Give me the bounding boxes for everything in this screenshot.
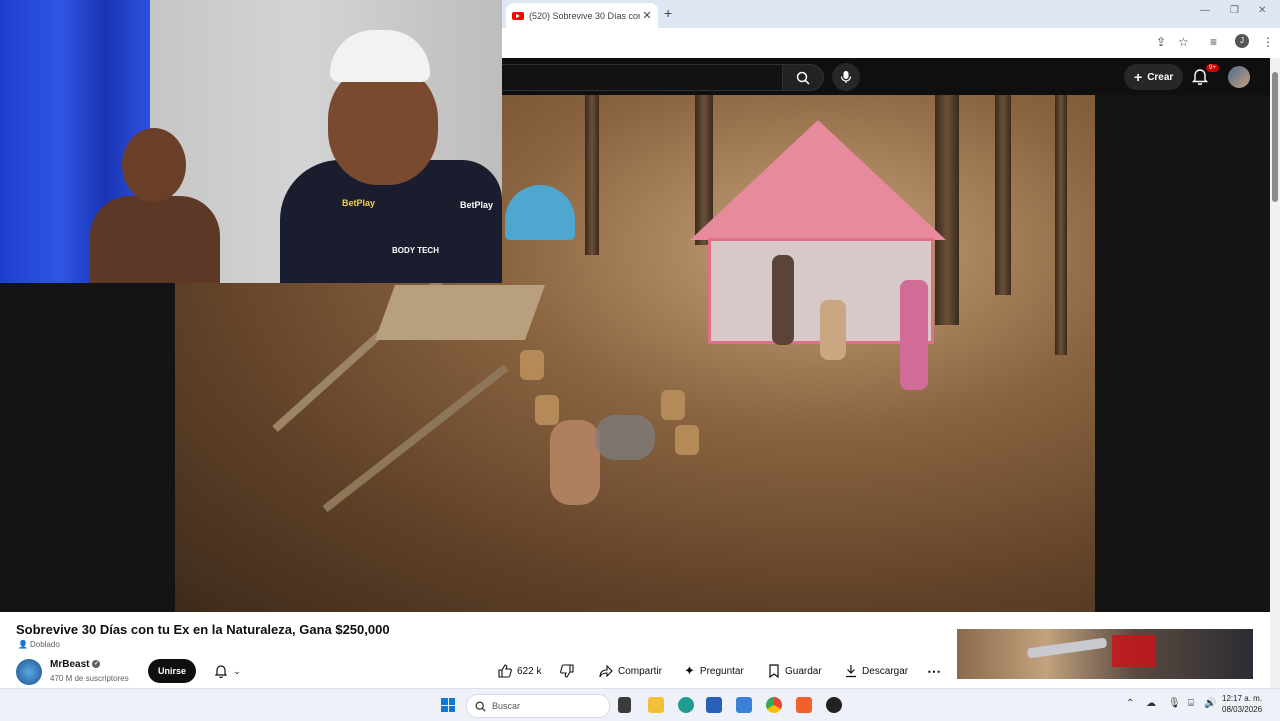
chrome-menu-icon[interactable]: ⋮ [1262,35,1274,49]
bell-icon [215,665,228,678]
channel-avatar[interactable] [16,659,42,685]
white-cap [330,30,430,82]
windows-start-icon[interactable] [441,698,455,712]
ask-label: Preguntar [699,665,744,677]
subscriber-count: 470 M de suscriptores [50,674,129,683]
task-view-icon[interactable] [618,697,631,713]
share-label: Compartir [618,665,662,677]
verified-check-icon: ✓ [92,660,101,669]
subscription-bell-button[interactable]: ⌄ [204,659,252,683]
close-window-button[interactable]: ✕ [1258,5,1266,16]
download-icon [846,665,856,678]
blue-tent [505,185,575,240]
edge-browser-icon[interactable] [678,697,694,713]
share-icon [599,664,613,678]
plus-icon: + [1134,69,1143,85]
taskbar-search-input[interactable]: Buscar [466,694,610,718]
jersey-bodytech-text: BODY TECH [392,246,439,255]
man-face [328,65,438,185]
reading-list-icon[interactable]: ≡ [1210,35,1217,49]
join-button[interactable]: Unirse [148,659,196,683]
jersey-sponsor-text-2: BetPlay [460,200,494,210]
jet-image [1026,637,1108,659]
voice-search-button[interactable] [832,63,860,91]
clock-date: 08/03/2026 [1222,705,1263,714]
microphone-tray-icon[interactable]: 🎙 [1168,698,1181,709]
account-avatar[interactable] [1228,66,1250,88]
volume-icon[interactable]: 🔊 [1204,698,1216,709]
woman-face [122,128,186,202]
tab-close-button[interactable]: ✕ [640,9,654,22]
jersey-sponsor-text: BetPlay [342,198,376,208]
search-input[interactable] [502,64,783,91]
download-label: Descargar [862,665,909,677]
like-count: 622 k [517,665,542,677]
ask-button[interactable]: ✦ Preguntar [684,659,744,683]
microphone-icon [840,71,852,83]
cloud-icon[interactable]: ☁ [1146,698,1156,709]
notification-count-badge: 9+ [1206,64,1219,72]
download-button[interactable]: Descargar [845,659,908,683]
chrome-icon[interactable] [766,697,782,713]
new-tab-button[interactable]: + [664,5,672,21]
outlook-icon[interactable] [736,697,752,713]
browser-tab-bar: (520) Sobrevive 30 Días con tu ✕ + — ❐ ✕ [502,0,1280,28]
streaming-app-icon[interactable] [796,697,812,713]
channel-name-text: MrBeast [50,659,90,670]
dubbed-indicator: 👤 Doblado [18,640,60,649]
install-app-icon[interactable]: ⇪ [1156,35,1166,49]
chevron-up-icon[interactable]: ⌃ [1126,698,1134,709]
dubbed-icon: 👤 [18,640,28,649]
youtube-header: + Crear 9+ [502,58,1270,95]
minimize-button[interactable]: — [1200,5,1210,16]
dubbed-label: Doblado [29,640,60,649]
video-title: Sobrevive 30 Días con tu Ex en la Natura… [16,622,390,637]
maximize-button[interactable]: ❐ [1230,5,1239,16]
bookmark-star-icon[interactable]: ☆ [1178,35,1189,49]
save-button[interactable]: Guardar [768,659,822,683]
obs-icon[interactable] [826,697,842,713]
ad-banner[interactable] [957,629,1253,679]
thumbs-up-icon [498,664,512,678]
tab-title: (520) Sobrevive 30 Días con tu [529,10,640,21]
address-bar: ⇪ ☆ ≡ J ⋮ [502,28,1280,59]
taskbar-clock[interactable]: 12:17 a. m. 08/03/2026 [1222,693,1262,715]
network-icon[interactable]: ⌸ [1188,698,1194,709]
scrollbar-thumb[interactable] [1272,72,1278,202]
youtube-favicon-icon [512,11,524,20]
create-button[interactable]: + Crear [1124,64,1184,90]
windows-taskbar: Buscar ⌃ ☁ 🎙 ⌸ 🔊 12:17 a. m. 08/03/2026 [0,688,1280,721]
profile-avatar-icon[interactable]: J [1235,34,1249,48]
file-explorer-icon[interactable] [648,697,664,713]
clock-time: 12:17 a. m. [1222,694,1263,703]
more-actions-icon[interactable]: ⋯ [927,659,941,683]
sparkle-icon: ✦ [684,663,695,678]
channel-name[interactable]: MrBeast ✓ [50,659,101,670]
store-icon[interactable] [706,697,722,713]
search-button[interactable] [782,64,824,91]
ad-logo-badge [1112,635,1156,667]
bookmark-icon [769,664,779,678]
save-label: Guardar [785,665,822,677]
like-button[interactable]: 622 k [498,659,541,683]
chevron-down-icon: ⌄ [233,665,241,676]
share-button[interactable]: Compartir [599,659,662,683]
search-icon [475,701,486,712]
thumbs-down-icon [560,664,574,678]
search-icon [796,71,810,85]
tab-youtube[interactable]: (520) Sobrevive 30 Días con tu ✕ [506,3,658,28]
webcam-overlay: BetPlay BetPlay BODY TECH [0,0,502,283]
dislike-button[interactable] [560,659,574,683]
page-scrollbar[interactable] [1270,58,1280,688]
taskbar-search-placeholder: Buscar [492,701,521,711]
create-label: Crear [1147,71,1174,83]
